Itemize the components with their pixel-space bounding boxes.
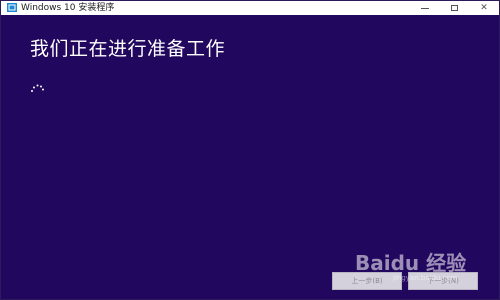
minimize-button[interactable]	[411, 1, 439, 15]
back-button[interactable]: 上一步(B)	[332, 272, 402, 290]
minimize-icon	[421, 7, 429, 9]
page-heading: 我们正在进行准备工作	[30, 38, 226, 60]
next-button[interactable]: 下一步(N)	[408, 272, 478, 290]
setup-window: Windows 10 安装程序 ✕ 我们正在进行准备工作 上一步(B) 下一步(…	[0, 0, 500, 300]
close-icon: ✕	[480, 3, 488, 13]
setup-app-icon	[7, 3, 17, 12]
navigation-bar: 上一步(B) 下一步(N)	[326, 272, 496, 290]
close-button[interactable]: ✕	[470, 1, 498, 15]
maximize-button[interactable]	[440, 1, 468, 15]
maximize-icon	[450, 5, 458, 11]
title-bar[interactable]: Windows 10 安装程序 ✕	[1, 1, 499, 15]
loading-spinner-icon	[31, 84, 44, 92]
window-title: Windows 10 安装程序	[21, 3, 115, 13]
